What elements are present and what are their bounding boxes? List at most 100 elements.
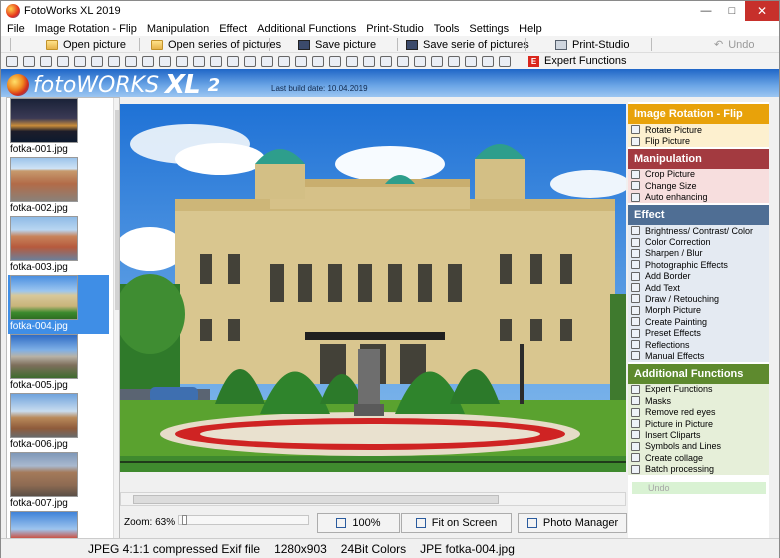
star-icon[interactable] — [482, 55, 494, 67]
open-picture-button[interactable]: Open picture — [46, 37, 126, 52]
preset-icon[interactable] — [346, 55, 358, 67]
thumbnail-caption: fotka-004.jpg — [10, 321, 68, 332]
panel-item-symbols-lines[interactable]: Symbols and Lines — [628, 440, 769, 452]
panel-scrollbar[interactable] — [770, 102, 778, 539]
menu-settings[interactable]: Settings — [469, 23, 509, 35]
sharpen-icon[interactable] — [227, 55, 239, 67]
menu-image-rotation[interactable]: Image Rotation - Flip — [35, 23, 137, 35]
refresh-icon[interactable] — [57, 55, 69, 67]
zoom-slider[interactable] — [178, 515, 309, 525]
panel-undo-button[interactable]: Undo — [632, 481, 766, 494]
menu-print-studio[interactable]: Print-Studio — [366, 23, 423, 35]
rotate-icon[interactable] — [40, 55, 52, 67]
close-button[interactable]: ✕ — [745, 1, 779, 21]
save-picture-button[interactable]: Save picture — [298, 37, 376, 52]
panel-item-remove-red-eyes[interactable]: Remove red eyes — [628, 406, 769, 418]
undo-button[interactable]: ↶ Undo — [714, 37, 755, 52]
panel-item-insert-cliparts[interactable]: Insert Cliparts — [628, 429, 769, 441]
minimize-button[interactable]: — — [693, 1, 719, 21]
cube-icon[interactable] — [91, 55, 103, 67]
panel-item-picture-in-picture[interactable]: Picture in Picture — [628, 417, 769, 430]
menu-help[interactable]: Help — [519, 23, 542, 35]
red-eye-icon[interactable] — [414, 55, 426, 67]
brightness-icon[interactable] — [193, 55, 205, 67]
photo-manager-button[interactable]: Photo Manager — [518, 513, 627, 533]
section-header-rotation[interactable]: Image Rotation - Flip — [628, 104, 769, 124]
resize-icon[interactable] — [159, 55, 171, 67]
symbols-icon[interactable] — [465, 55, 477, 67]
thumbnail-item[interactable]: fotka-001.jpg — [8, 98, 109, 157]
fit-on-screen-button[interactable]: Fit on Screen — [401, 513, 512, 533]
panel-item-crop-picture[interactable]: Crop Picture — [628, 168, 769, 181]
thumbnail-item[interactable] — [8, 511, 109, 538]
reflection-icon[interactable] — [363, 55, 375, 67]
rotate-right-icon[interactable] — [23, 55, 35, 67]
thumbnail-item[interactable]: fotka-006.jpg — [8, 393, 109, 452]
expert-functions-button[interactable]: E Expert Functions — [528, 55, 627, 67]
thumbnail-scrollbar[interactable] — [113, 98, 119, 538]
section-header-effect[interactable]: Effect — [628, 204, 769, 225]
panel-item-change-size[interactable]: Change Size — [628, 180, 769, 192]
mirror-icon[interactable] — [108, 55, 120, 67]
panel-item-add-text[interactable]: Add Text — [628, 281, 769, 294]
thumbnail-item[interactable]: fotka-005.jpg — [8, 334, 109, 393]
main-photo[interactable] — [120, 104, 626, 472]
scrollbar-thumb[interactable] — [133, 495, 499, 504]
color-icon[interactable] — [210, 55, 222, 67]
magic-wand-icon[interactable] — [176, 55, 188, 67]
manual-effects-icon[interactable] — [380, 55, 392, 67]
folder-icon — [46, 39, 58, 50]
draw-icon — [631, 294, 640, 304]
thumbnail-item-selected[interactable]: fotka-004.jpg — [8, 275, 109, 334]
panel-item-create-painting[interactable]: Create Painting — [628, 316, 769, 328]
rotate-left-icon[interactable] — [6, 55, 18, 67]
panel-item-manual-effects[interactable]: Manual Effects — [628, 350, 769, 362]
thumbnail-item[interactable]: fotka-002.jpg — [8, 157, 109, 216]
scissors-icon[interactable] — [125, 55, 137, 67]
panel-item-add-border[interactable]: Add Border — [628, 270, 769, 282]
print-studio-button[interactable]: Print-Studio — [555, 37, 629, 52]
zoom-slider-knob[interactable] — [182, 515, 188, 525]
morph-icon[interactable] — [312, 55, 324, 67]
section-header-additional-functions[interactable]: Additional Functions — [628, 363, 769, 384]
zoom-100-button[interactable]: 100% — [317, 513, 400, 533]
panel-item-photographic-effects[interactable]: Photographic Effects — [628, 259, 769, 271]
thumbnail-item[interactable]: fotka-003.jpg — [8, 216, 109, 275]
draw-icon[interactable] — [295, 55, 307, 67]
menu-additional-functions[interactable]: Additional Functions — [257, 23, 356, 35]
panel-item-expert-functions[interactable]: Expert Functions — [628, 383, 769, 396]
open-series-button[interactable]: Open series of pictures — [151, 37, 281, 52]
menu-file[interactable]: File — [7, 23, 25, 35]
panel-item-sharpen-blur[interactable]: Sharpen / Blur — [628, 247, 769, 260]
panel-item-create-collage[interactable]: Create collage — [628, 451, 769, 464]
photo-effects-icon[interactable] — [244, 55, 256, 67]
menu-effect[interactable]: Effect — [219, 23, 247, 35]
panel-item-rotate-picture[interactable]: Rotate Picture — [628, 124, 769, 136]
photo-horizontal-scrollbar[interactable] — [120, 492, 626, 506]
picture-in-picture-icon[interactable] — [431, 55, 443, 67]
panel-item-draw-retouching[interactable]: Draw / Retouching — [628, 293, 769, 305]
section-header-manipulation[interactable]: Manipulation — [628, 148, 769, 169]
border-icon[interactable] — [261, 55, 273, 67]
flip-icon[interactable] — [74, 55, 86, 67]
panel-item-auto-enhancing[interactable]: Auto enhancing — [628, 191, 769, 203]
mask-icon[interactable] — [397, 55, 409, 67]
panel-item-brightness[interactable]: Brightness/ Contrast/ Color — [628, 224, 769, 237]
panel-item-color-correction[interactable]: Color Correction — [628, 236, 769, 248]
clipart-icon[interactable] — [448, 55, 460, 67]
collage-icon[interactable] — [499, 55, 511, 67]
crop-icon[interactable] — [142, 55, 154, 67]
panel-item-batch-processing[interactable]: Batch processing — [628, 463, 769, 475]
thumbnail-item[interactable]: fotka-007.jpg — [8, 452, 109, 511]
save-series-button[interactable]: Save serie of pictures — [406, 37, 529, 52]
menu-tools[interactable]: Tools — [434, 23, 460, 35]
menu-manipulation[interactable]: Manipulation — [147, 23, 209, 35]
panel-item-flip-picture[interactable]: Flip Picture — [628, 135, 769, 147]
panel-item-reflections[interactable]: Reflections — [628, 338, 769, 351]
painting-icon[interactable] — [329, 55, 341, 67]
maximize-button[interactable]: □ — [719, 1, 745, 21]
panel-item-masks[interactable]: Masks — [628, 395, 769, 407]
text-icon[interactable] — [278, 55, 290, 67]
panel-item-morph-picture[interactable]: Morph Picture — [628, 304, 769, 317]
panel-item-preset-effects[interactable]: Preset Effects — [628, 327, 769, 339]
